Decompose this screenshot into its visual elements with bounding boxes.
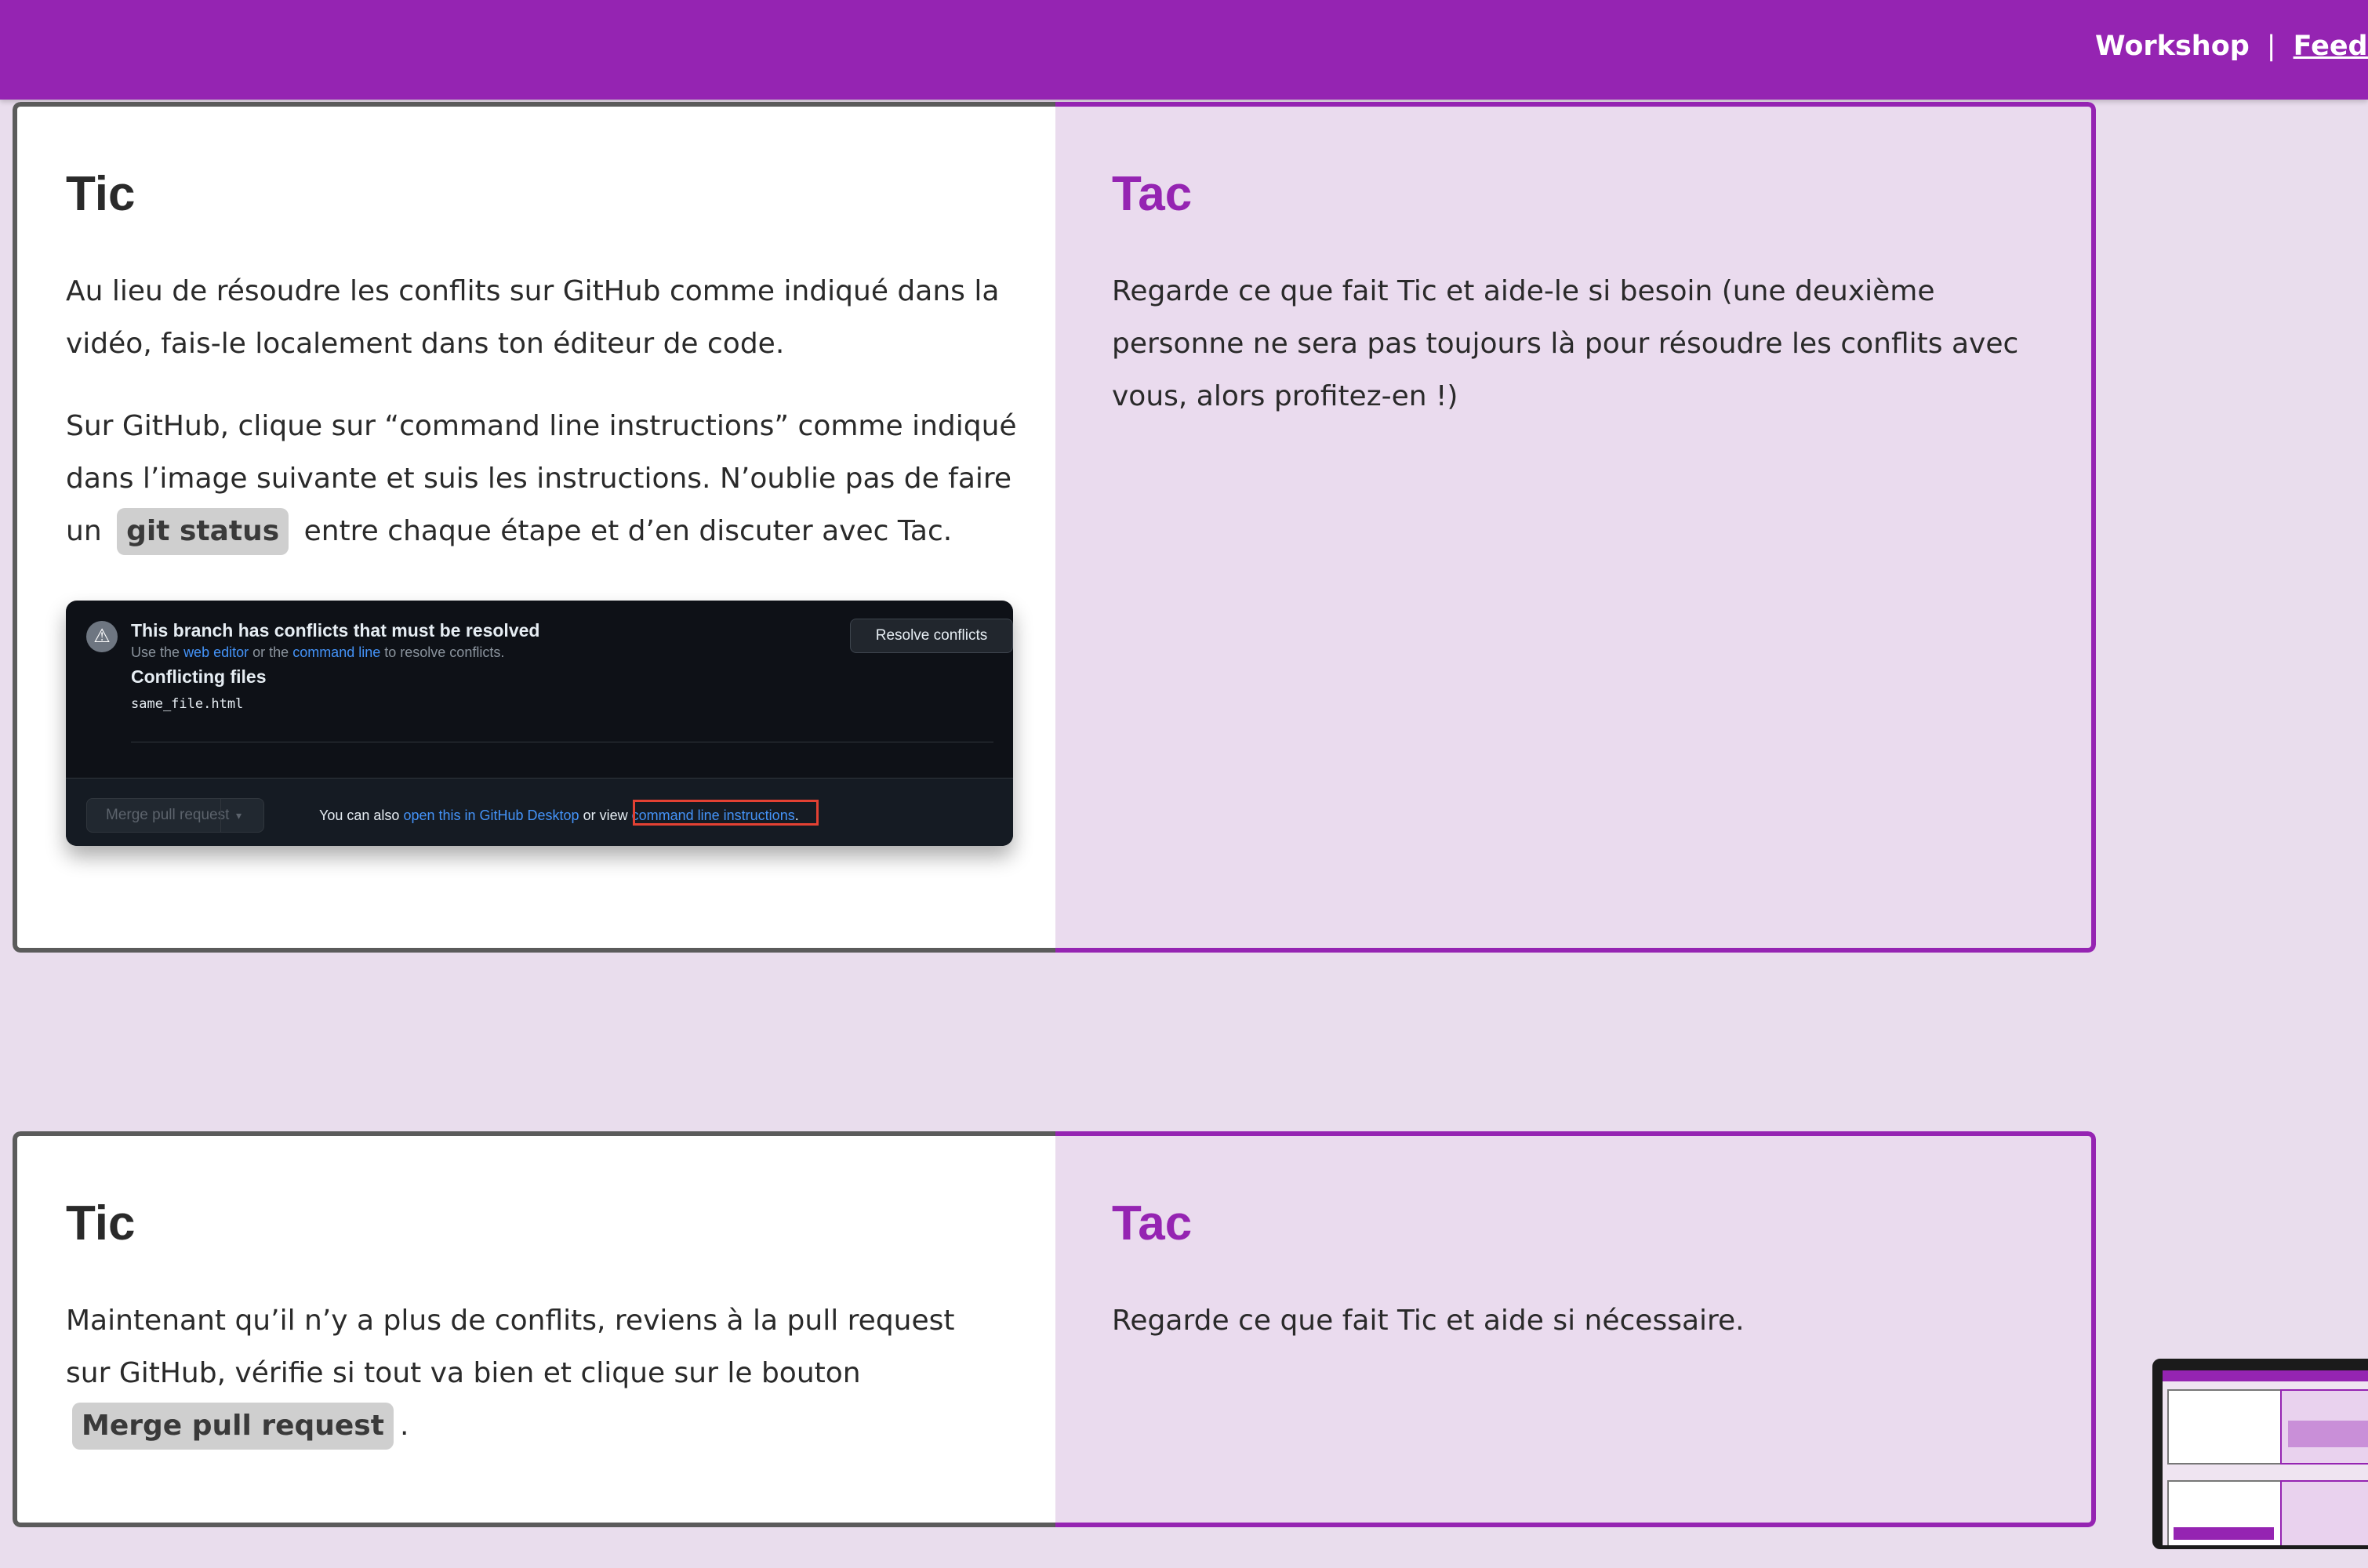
tac-panel: Tac Regarde ce que fait Tic et aide-le s… xyxy=(1055,102,2096,953)
tic-panel: Tic Maintenant qu’il n’y a plus de confl… xyxy=(13,1131,1055,1527)
tic-paragraph-2-end: entre chaque étape et d’en discuter avec… xyxy=(303,515,953,547)
nav-feedback-link[interactable]: Feedba xyxy=(2294,31,2368,62)
thumbnail-screen xyxy=(2163,1370,2368,1545)
conflicting-file-name: same_file.html xyxy=(131,696,244,712)
conflict-subtext: Use the web editor or the command line t… xyxy=(131,644,504,661)
tic-title: Tic xyxy=(66,1196,136,1250)
conflict-heading: This branch has conflicts that must be r… xyxy=(131,620,540,641)
merge-button-label: Merge pull request xyxy=(106,807,230,823)
resolve-conflicts-button[interactable]: Resolve conflicts xyxy=(850,619,1013,653)
tic-title: Tic xyxy=(66,167,136,221)
highlight-box xyxy=(633,800,819,826)
thumbnail-card-right xyxy=(2280,1480,2368,1545)
thumbnail-highlight xyxy=(2174,1527,2274,1540)
use-the-text: Use the xyxy=(131,644,180,660)
conflicting-files-heading: Conflicting files xyxy=(131,666,267,687)
or-view-text: or view xyxy=(583,808,628,823)
tic-paragraph-end: . xyxy=(399,1410,409,1442)
merge-pull-request-button[interactable]: Merge pull request ▾ xyxy=(86,798,264,833)
github-conflict-screenshot: ⚠ This branch has conflicts that must be… xyxy=(66,601,1013,846)
thumbnail-highlight xyxy=(2288,1421,2368,1447)
step-card-2: Tic Maintenant qu’il n’y a plus de confl… xyxy=(13,1131,2096,1527)
github-desktop-link[interactable]: open this in GitHub Desktop xyxy=(403,808,579,823)
nav-separator: | xyxy=(2266,31,2276,62)
web-editor-link[interactable]: web editor xyxy=(183,644,249,660)
tic-panel: Tic Au lieu de résoudre les conflits sur… xyxy=(13,102,1055,953)
tac-title: Tac xyxy=(1112,1196,1193,1250)
thumbnail-bar xyxy=(2163,1370,2368,1381)
to-resolve-text: to resolve conflicts. xyxy=(384,644,505,660)
command-line-link[interactable]: command line xyxy=(292,644,380,660)
tic-paragraph-2: Sur GitHub, clique sur “command line ins… xyxy=(66,400,1038,557)
tac-paragraph-1: Regarde ce que fait Tic et aide-le si be… xyxy=(1112,275,2019,412)
tac-paragraph-1: Regarde ce que fait Tic et aide si néces… xyxy=(1112,1305,1745,1337)
you-can-also-text: You can also xyxy=(319,808,400,823)
merge-button-divider xyxy=(220,799,221,832)
or-the-text: or the xyxy=(252,644,289,660)
step-card-1: Tic Au lieu de résoudre les conflits sur… xyxy=(13,102,2096,953)
nav-workshop-link[interactable]: Workshop xyxy=(2095,31,2250,62)
tic-paragraph-1: Au lieu de résoudre les conflits sur Git… xyxy=(66,275,1000,360)
tic-paragraph-1: Maintenant qu’il n’y a plus de conflits,… xyxy=(66,1294,1007,1452)
merge-pull-request-code: Merge pull request xyxy=(72,1403,394,1450)
top-nav-bar: Workshop | Feedba xyxy=(0,0,2368,100)
page-thumbnail-preview[interactable] xyxy=(2152,1359,2368,1549)
tac-title: Tac xyxy=(1112,167,1193,221)
chevron-down-icon[interactable]: ▾ xyxy=(236,799,242,832)
tac-panel: Tac Regarde ce que fait Tic et aide si n… xyxy=(1055,1131,2096,1527)
git-status-code: git status xyxy=(117,508,289,555)
tic-paragraph-text: Maintenant qu’il n’y a plus de conflits,… xyxy=(66,1305,955,1389)
nav-links: Workshop | Feedba xyxy=(2095,30,2368,62)
warning-triangle-icon: ⚠ xyxy=(86,621,118,652)
